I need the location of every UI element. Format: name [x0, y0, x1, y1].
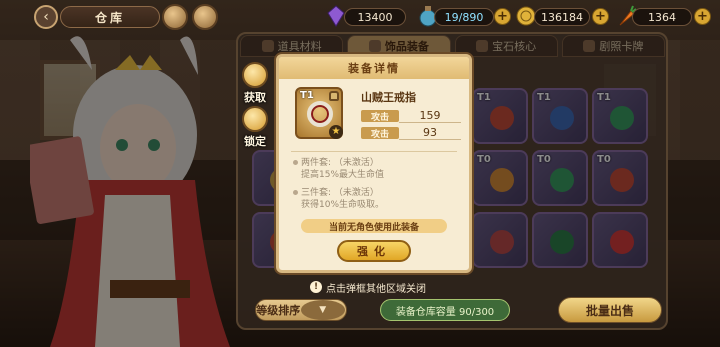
star-icon: ★ — [329, 125, 343, 139]
chevron-down-icon: ▼ — [300, 300, 345, 320]
storage-capacity: 装备仓库容量 90/300 — [380, 299, 510, 321]
add-stamina-button[interactable]: + — [494, 8, 511, 25]
purple-crystal-icon — [327, 5, 345, 27]
info-icon: ! — [310, 281, 322, 293]
lock-icon — [329, 91, 339, 101]
add-carrot-button[interactable]: + — [694, 8, 711, 25]
set-bonus-two-piece: 两件套: （未激活） 提高15%最大生命值 — [293, 157, 463, 181]
carrot-counter: 1364 — [632, 8, 692, 26]
bullet-icon — [293, 160, 298, 165]
shop-icon[interactable] — [192, 4, 218, 30]
ring-icon — [307, 101, 333, 127]
stat-row: 攻击 159 — [361, 109, 461, 123]
sort-by-level-button[interactable]: 等级排序 ▼ — [255, 299, 347, 321]
back-button[interactable]: ‹ — [34, 5, 58, 29]
enhance-button[interactable]: 强化 — [337, 240, 411, 262]
equipment-item-icon: T1 ★ — [295, 87, 343, 139]
stat-row: 攻击 93 — [361, 126, 461, 140]
usage-notice: 当前无角色使用此装备 — [301, 219, 447, 233]
settings-icon[interactable] — [162, 4, 188, 30]
crystal-counter: 13400 — [344, 8, 406, 26]
add-gold-button[interactable]: + — [592, 8, 609, 25]
back-arrow-icon: ‹ — [43, 9, 49, 25]
obtain-button[interactable]: 获取 — [238, 62, 272, 105]
lock-icon — [242, 106, 268, 132]
gold-counter: 136184 — [534, 8, 590, 26]
stamina-counter: 19/890 — [434, 8, 494, 26]
lock-button[interactable]: 锁定 — [238, 106, 272, 149]
equipment-detail-popup: 装备详情 T1 ★ 山贼王戒指 攻击 159 攻击 93 两件套: （未激活） … — [276, 54, 472, 273]
page-title: 仓库 — [60, 6, 160, 28]
bulk-sell-button[interactable]: 批量出售 — [558, 297, 662, 323]
magnifier-icon — [242, 62, 268, 88]
gold-coin-icon — [516, 6, 536, 26]
close-hint: ! 点击弹框其他区域关闭 — [310, 279, 426, 295]
popup-title: 装备详情 — [279, 57, 469, 79]
top-bar: ‹ 仓库 13400 19/890 + 136184 + 1364 + — [0, 0, 720, 34]
divider — [291, 151, 457, 152]
bullet-icon — [293, 190, 298, 195]
set-bonus-three-piece: 三件套: （未激活） 获得10%生命吸取。 — [293, 187, 463, 211]
item-name: 山贼王戒指 — [361, 91, 416, 104]
